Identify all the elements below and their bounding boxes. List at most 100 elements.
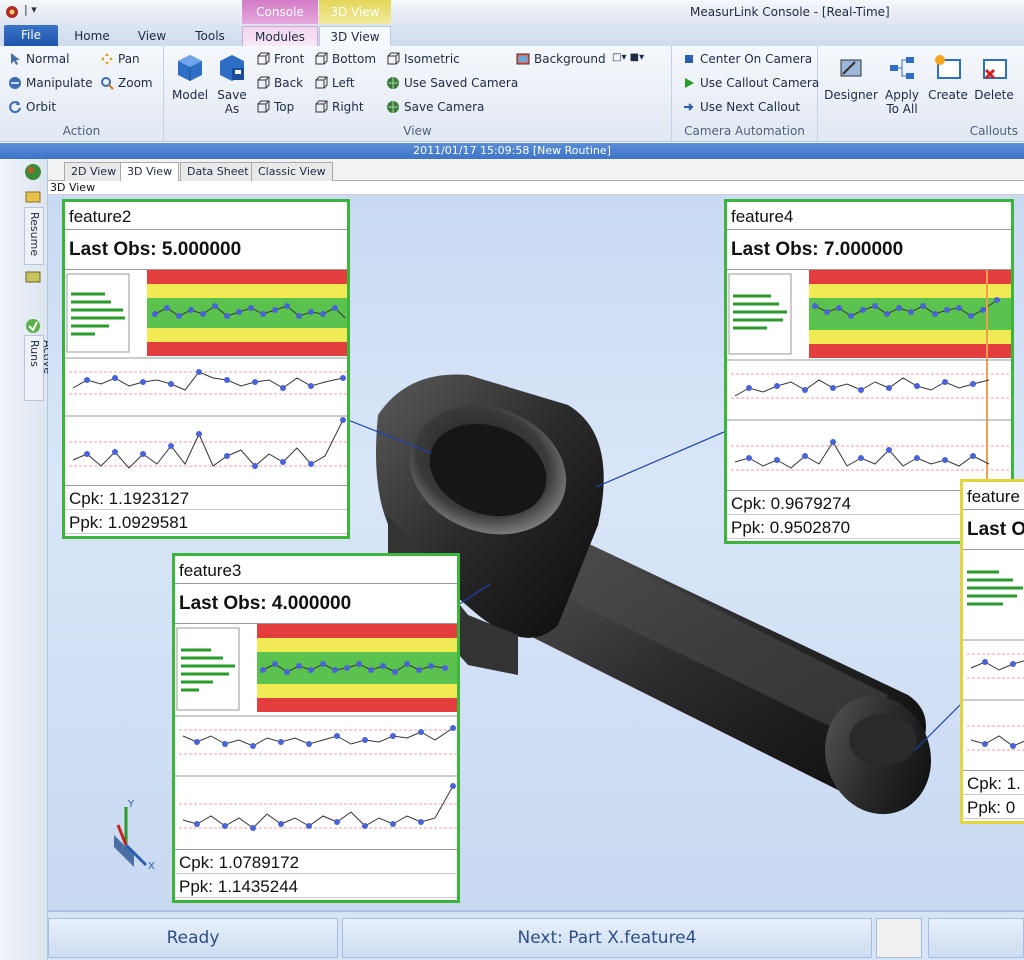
save-camera-button[interactable]: Save Camera [386, 100, 484, 114]
spc-chart-feature2 [65, 270, 347, 469]
side-tab-active-runs[interactable]: Active Runs [24, 335, 54, 401]
resume-folder-icon[interactable] [24, 187, 42, 205]
back-label: Back [274, 76, 304, 90]
cube-top-icon [257, 100, 270, 113]
3d-viewport[interactable]: Y X feature2 Last Obs: 5.000000 Cpk: 1.1… [48, 195, 1024, 910]
tab-modules[interactable]: Modules [242, 26, 318, 46]
runs-folder-icon[interactable] [24, 267, 42, 285]
status-bar: Ready Next: Part X.feature4 [48, 910, 1024, 960]
tab-3d-view[interactable]: 3D View [319, 26, 391, 47]
create-button[interactable]: Create [926, 52, 970, 102]
spc-chart-feature3 [175, 624, 457, 831]
tab-view[interactable]: View [130, 26, 174, 46]
apply-to-all-button[interactable]: Apply To All [880, 52, 924, 116]
delete-button[interactable]: Delete [972, 52, 1016, 102]
ribbon: Normal Pan Manipulate Zoom Orbit Action … [0, 46, 1024, 142]
apply-all-icon [890, 57, 914, 79]
callout-spc-charts [65, 270, 347, 486]
zoom-button[interactable]: Zoom [100, 76, 153, 90]
group-camera-automation-label: Camera Automation [684, 124, 805, 138]
active-runs-icon[interactable] [24, 317, 42, 335]
background-icon [516, 53, 530, 65]
tab-data-sheet[interactable]: Data Sheet [180, 162, 256, 181]
background-color-dropdowns[interactable]: □▾ ■▾ [612, 52, 644, 63]
cube-right-icon [315, 100, 328, 113]
tab-home[interactable]: Home [68, 26, 116, 46]
status-next-feature: Next: Part X.feature4 [342, 918, 872, 958]
tab-classic-view[interactable]: Classic View [251, 162, 333, 181]
callout-feature-name: feature4 [727, 202, 1011, 230]
callout-last-obs: Last Obs: 7.000000 [727, 230, 1011, 270]
tab-2d-view[interactable]: 2D View [64, 162, 124, 181]
isometric-button[interactable]: Isometric [386, 52, 460, 66]
left-label: Left [332, 76, 355, 90]
tab-3d-view-doc[interactable]: 3D View [120, 162, 180, 181]
callout-spc-charts [175, 624, 457, 850]
quick-access-icon[interactable]: | ▾ [24, 3, 37, 16]
status-ready: Ready [48, 918, 338, 958]
group-view-label: View [403, 124, 432, 138]
normal-label: Normal [26, 52, 70, 66]
pan-label: Pan [118, 52, 140, 66]
save-as-button[interactable]: Save As [214, 52, 250, 116]
back-button[interactable]: Back [256, 76, 303, 90]
callout-ppk: Ppk: 1.0929581 [65, 510, 347, 534]
group-camera-automation: Center On Camera Use Callout Camera Use … [672, 46, 819, 142]
orbit-button[interactable]: Orbit [8, 100, 56, 114]
callout-last-obs: Last Obs: 4.000000 [175, 584, 457, 624]
next-arrow-icon [684, 103, 694, 111]
normal-button[interactable]: Normal [8, 52, 69, 66]
group-action-label: Action [62, 124, 101, 138]
callout-feature-partial[interactable]: feature Last O Cpk: 1. Ppk: 0 [960, 479, 1024, 824]
pan-icon [101, 53, 113, 65]
manipulate-icon [9, 77, 21, 89]
background-button[interactable]: Background [516, 52, 606, 66]
designer-label: Designer [824, 88, 878, 102]
pan-button[interactable]: Pan [100, 52, 140, 66]
callout-spc-charts [963, 550, 1024, 771]
front-label: Front [274, 52, 305, 66]
callout-feature-name: feature [963, 482, 1024, 510]
cube-front-icon [257, 52, 270, 65]
orbit-label: Orbit [26, 100, 57, 114]
use-callout-camera-button[interactable]: Use Callout Camera [682, 76, 819, 90]
tab-tools[interactable]: Tools [186, 26, 234, 46]
save-as-label: Save As [217, 88, 247, 116]
callout-last-obs: Last O [963, 510, 1024, 550]
axis-triad-icon: Y X [114, 799, 155, 872]
delete-callout-icon [983, 59, 1007, 80]
callout-cpk: Cpk: 1. [963, 771, 1024, 795]
globe-icon[interactable] [24, 163, 42, 181]
window-title: MeasurLink Console - [Real-Time] [690, 5, 890, 19]
create-label: Create [928, 88, 968, 102]
right-button[interactable]: Right [314, 100, 364, 114]
left-button[interactable]: Left [314, 76, 355, 90]
create-callout-icon [935, 55, 961, 79]
use-saved-camera-button[interactable]: Use Saved Camera [386, 76, 518, 90]
group-view: Model Save As Front Back Top Bottom Left… [164, 46, 672, 142]
camera-save-icon [387, 101, 399, 113]
tab-file[interactable]: File [4, 25, 58, 46]
model-button[interactable]: Model [172, 52, 208, 102]
top-button[interactable]: Top [256, 100, 294, 114]
designer-button[interactable]: Designer [824, 52, 878, 102]
apply-to-all-label: Apply To All [885, 88, 919, 116]
save-camera-label: Save Camera [404, 100, 485, 114]
bottom-button[interactable]: Bottom [314, 52, 376, 66]
side-tab-resume[interactable]: Resume [24, 207, 44, 265]
callout-feature3[interactable]: feature3 Last Obs: 4.000000 Cpk: 1.07891… [172, 553, 460, 903]
use-next-callout-button[interactable]: Use Next Callout [682, 100, 800, 114]
callout-ppk: Ppk: 1.1435244 [175, 874, 457, 898]
routine-status: 2011/01/17 15:09:58 [New Routine] [0, 143, 1024, 159]
callout-ppk: Ppk: 0 [963, 795, 1024, 819]
context-header-console: Console [242, 0, 318, 24]
manipulate-button[interactable]: Manipulate [8, 76, 93, 90]
save-cube-icon [220, 55, 244, 81]
background-label: Background [534, 52, 606, 66]
app-logo-icon[interactable] [4, 4, 20, 20]
front-button[interactable]: Front [256, 52, 304, 66]
center-on-camera-button[interactable]: Center On Camera [682, 52, 812, 66]
spc-chart-feature4 [727, 270, 1011, 491]
callout-feature2[interactable]: feature2 Last Obs: 5.000000 Cpk: 1.19231… [62, 199, 350, 539]
cursor-icon [11, 53, 20, 65]
